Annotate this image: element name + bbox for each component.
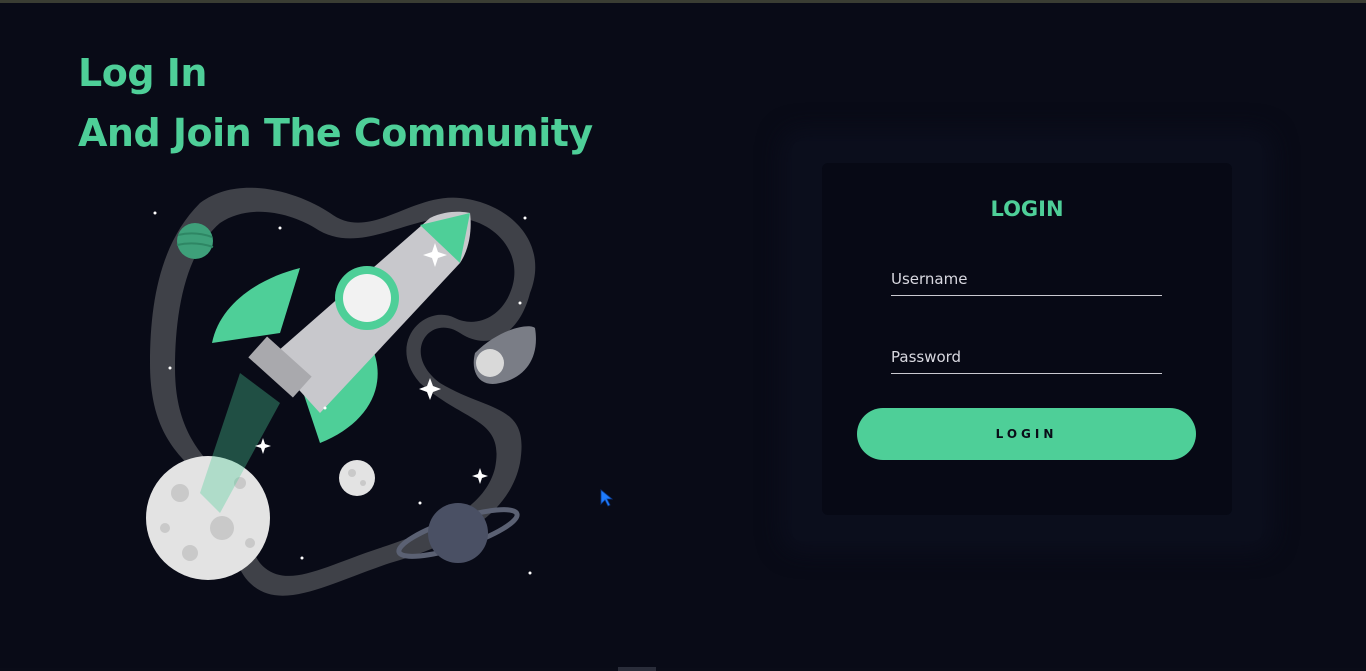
headline-line-2: And Join The Community	[78, 111, 593, 155]
password-input[interactable]	[891, 343, 1162, 371]
rocket-space-illustration	[146, 187, 536, 596]
username-input[interactable]	[891, 265, 1162, 293]
login-button[interactable]: LOGIN	[857, 408, 1196, 460]
headline-line-1: Log In	[78, 51, 207, 95]
username-field-wrapper	[891, 265, 1162, 296]
login-page: Log In And Join The Community LOGIN User…	[0, 3, 1366, 671]
green-planet	[177, 223, 213, 259]
page-headline: Log In And Join The Community	[78, 43, 593, 163]
mouse-cursor-icon	[600, 489, 614, 507]
small-moon	[339, 460, 375, 496]
saturn	[428, 503, 488, 563]
login-card-title: LOGIN	[990, 197, 1064, 221]
login-card: LOGIN LOGIN	[822, 163, 1232, 515]
password-field-wrapper	[891, 343, 1162, 374]
